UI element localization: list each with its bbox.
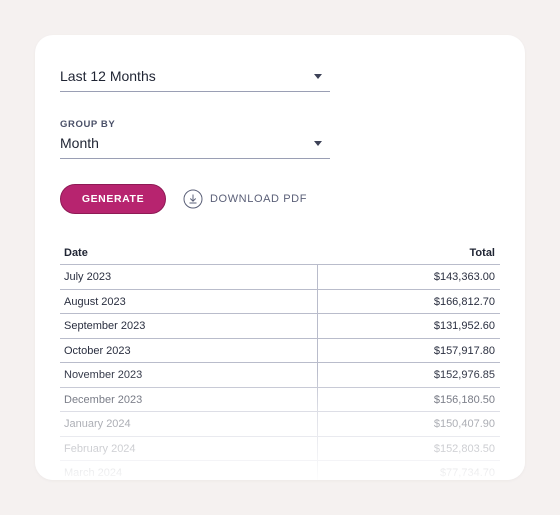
totals-table: Date Total July 2023 $143,363.00 August 20… — [60, 240, 500, 480]
row-total: $152,803.50 — [433, 442, 495, 455]
date-range-value: Last 12 Months — [60, 68, 156, 84]
table-body: July 2023 $143,363.00 August 2023 $166,812.… — [60, 265, 500, 480]
row-total: $143,363.00 — [433, 271, 495, 283]
row-total: $157,917.80 — [433, 344, 495, 357]
date-range-select[interactable]: Last 12 Months — [60, 60, 330, 92]
download-pdf-button[interactable]: DOWNLOAD PDF — [183, 188, 307, 210]
caret-down-icon — [314, 141, 322, 146]
row-date: January 2024 — [64, 418, 131, 430]
caret-down-icon — [314, 74, 322, 79]
table-row: November 2023 $152,976.85 — [60, 363, 500, 388]
group-by-select[interactable]: Month — [60, 127, 330, 159]
report-card: Last 12 Months GROUP BY Month GENERATE D… — [35, 35, 525, 480]
column-divider — [317, 265, 318, 289]
row-total: $166,812.70 — [433, 295, 495, 308]
row-total: $150,407.90 — [433, 418, 495, 430]
row-date: August 2023 — [64, 295, 126, 308]
row-total: $131,952.60 — [433, 320, 495, 332]
column-divider — [317, 289, 318, 313]
column-header-total: Total — [469, 247, 495, 259]
row-date: July 2023 — [64, 271, 112, 283]
download-icon — [183, 189, 203, 209]
table-row: October 2023 $157,917.80 — [60, 338, 500, 363]
row-date: March 2024 — [64, 467, 123, 479]
column-divider — [317, 436, 318, 460]
row-total: $156,180.50 — [433, 393, 495, 406]
column-divider — [317, 338, 318, 362]
group-by-value: Month — [60, 135, 99, 151]
table-row: February 2024 $152,803.50 — [60, 436, 500, 461]
column-divider — [317, 461, 318, 480]
table-row: March 2024 $77,734.70 — [60, 461, 500, 480]
table-row: August 2023 $166,812.70 — [60, 289, 500, 314]
row-date: February 2024 — [64, 442, 136, 455]
row-date: September 2023 — [64, 320, 146, 332]
column-header-date: Date — [64, 247, 88, 259]
table-row: July 2023 $143,363.00 — [60, 265, 500, 290]
generate-button[interactable]: GENERATE — [60, 184, 166, 214]
row-total: $77,734.70 — [439, 467, 495, 479]
column-divider — [317, 412, 318, 436]
table-row: December 2023 $156,180.50 — [60, 387, 500, 412]
row-total: $152,976.85 — [433, 369, 495, 381]
row-date: November 2023 — [64, 369, 143, 381]
download-pdf-label: DOWNLOAD PDF — [210, 193, 308, 205]
column-divider — [317, 363, 318, 387]
table-row: January 2024 $150,407.90 — [60, 412, 500, 437]
row-date: October 2023 — [64, 344, 131, 357]
row-date: December 2023 — [64, 393, 143, 406]
column-divider — [317, 314, 318, 338]
table-row: September 2023 $131,952.60 — [60, 314, 500, 339]
table-header: Date Total — [60, 240, 500, 265]
column-divider — [317, 387, 318, 411]
